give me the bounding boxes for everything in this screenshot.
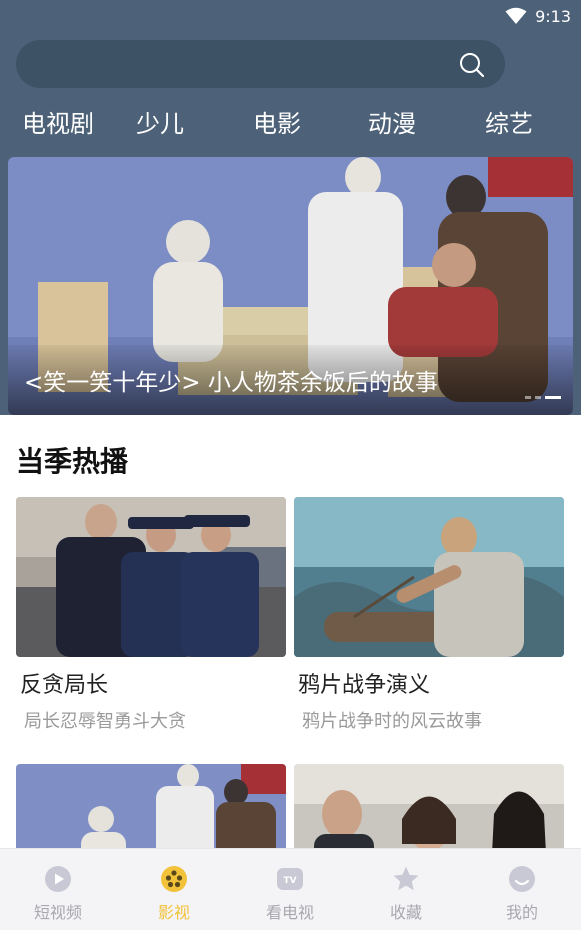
tab-movies[interactable]: 电影: [253, 104, 301, 144]
svg-text:TV: TV: [283, 876, 296, 886]
nav-short-video[interactable]: 短视频: [0, 849, 116, 930]
bottom-navigation: 短视频 影视 TV 看电视 收藏 我的: [0, 848, 581, 930]
profile-icon: [509, 866, 535, 892]
star-icon: [393, 866, 419, 891]
play-circle-icon: [45, 866, 71, 892]
wifi-icon: [505, 7, 527, 24]
nav-label: 影视: [157, 903, 190, 922]
nav-label: 收藏: [389, 903, 422, 922]
banner-carousel[interactable]: <笑一笑十年少> 小人物茶余饭后的故事: [8, 157, 573, 415]
tab-variety[interactable]: 综艺: [485, 104, 533, 144]
nav-label: 短视频: [33, 903, 82, 922]
tv-icon: TV: [277, 868, 303, 890]
video-thumbnail: [294, 497, 564, 657]
tab-anime[interactable]: 动漫: [368, 104, 416, 144]
nav-label: 看电视: [265, 903, 314, 922]
thumbnail-image: [16, 497, 286, 657]
header-divider: [0, 415, 581, 435]
carousel-dot: [525, 396, 531, 399]
carousel-dot-active: [545, 396, 561, 399]
status-bar: 9:13: [505, 4, 571, 28]
carousel-dot: [535, 396, 541, 399]
video-subtitle: 鸦片战争时的风云故事: [302, 711, 482, 732]
status-time: 9:13: [535, 6, 571, 26]
video-card[interactable]: 鸦片战争演义 鸦片战争时的风云故事: [294, 497, 564, 733]
section-title: 当季热播: [16, 445, 129, 478]
video-thumbnail: [16, 497, 286, 657]
nav-profile[interactable]: 我的: [464, 849, 580, 930]
search-icon[interactable]: [458, 51, 486, 79]
video-title: 鸦片战争演义: [298, 673, 431, 698]
nav-label: 我的: [505, 903, 538, 922]
thumbnail-image: [294, 497, 564, 657]
search-bar[interactable]: [16, 40, 505, 88]
video-subtitle: 局长忍辱智勇斗大贪: [24, 711, 186, 732]
nav-favorites[interactable]: 收藏: [348, 849, 464, 930]
nav-film-tv[interactable]: 影视: [116, 849, 232, 930]
video-title: 反贪局长: [20, 673, 109, 698]
banner-title: <笑一笑十年少> 小人物茶余饭后的故事: [24, 370, 438, 396]
video-card[interactable]: 反贪局长 局长忍辱智勇斗大贪: [16, 497, 286, 733]
carousel-indicator: [525, 396, 561, 399]
tab-kids[interactable]: 少儿: [136, 104, 184, 144]
tab-tv-series[interactable]: 电视剧: [22, 104, 94, 144]
category-tabs: 电视剧 少儿 电影 动漫 综艺: [0, 104, 581, 144]
film-reel-icon: [161, 866, 187, 892]
nav-watch-tv[interactable]: TV 看电视: [232, 849, 348, 930]
